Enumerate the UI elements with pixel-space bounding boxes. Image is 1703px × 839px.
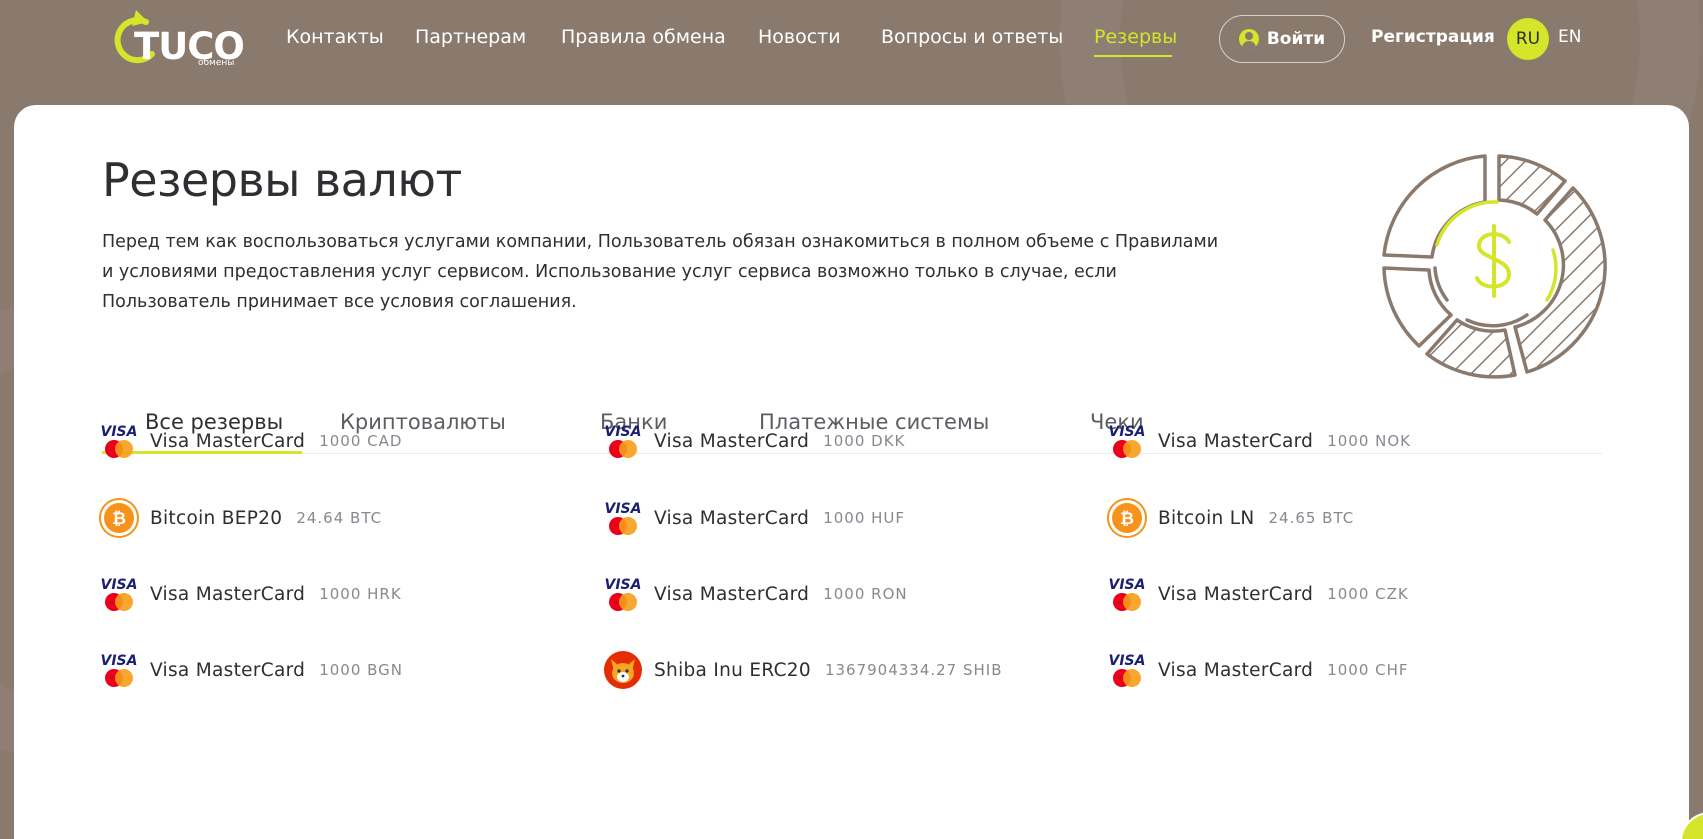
nav-reserves[interactable]: Резервы xyxy=(1094,26,1177,48)
svg-text:VISA: VISA xyxy=(1109,653,1146,669)
reserve-item[interactable]: ₿ Bitcoin BEP20 24.64 BTC xyxy=(98,497,382,539)
reserve-item[interactable]: VISA Visa MasterCard 1000 CZK xyxy=(1106,573,1409,615)
reserve-item[interactable]: VISA Visa MasterCard 1000 NOK xyxy=(1106,420,1411,462)
reserve-amount: 1000 HRK xyxy=(319,585,402,603)
reserve-name: Visa MasterCard xyxy=(1158,583,1314,605)
reserve-item[interactable]: ₿ Bitcoin LN 24.65 BTC xyxy=(1106,497,1354,539)
svg-text:VISA: VISA xyxy=(605,577,642,593)
dollar-chart-icon xyxy=(1382,154,1607,379)
reserve-name: Visa MasterCard xyxy=(1158,659,1314,681)
lang-ru-button[interactable]: RU xyxy=(1507,18,1549,60)
logo-subtext: обмены xyxy=(198,58,235,68)
reserve-name: Visa MasterCard xyxy=(150,659,306,681)
reserve-amount: 1000 DKK xyxy=(823,432,906,450)
reserve-item[interactable]: VISA Visa MasterCard 1000 HRK xyxy=(98,573,402,615)
reserve-name: Visa MasterCard xyxy=(654,430,810,452)
reserve-amount: 1000 NOK xyxy=(1327,432,1412,450)
reserve-item[interactable]: VISA Visa MasterCard 1000 RON xyxy=(602,573,908,615)
svg-text:₿: ₿ xyxy=(1120,509,1134,529)
user-icon xyxy=(1238,29,1259,49)
svg-text:VISA: VISA xyxy=(1109,577,1146,593)
shiba-inu-icon xyxy=(602,649,644,691)
nav-faq[interactable]: Вопросы и ответы xyxy=(881,26,1063,48)
reserve-name: Visa MasterCard xyxy=(654,507,810,529)
visa-mastercard-icon: VISA xyxy=(1106,420,1148,462)
reserve-amount: 1000 RON xyxy=(823,585,908,603)
reserve-item[interactable]: Shiba Inu ERC20 1367904334.27 SHIB xyxy=(602,649,1003,691)
main-card: Резервы валют Перед тем как воспользоват… xyxy=(14,105,1689,839)
svg-text:VISA: VISA xyxy=(101,577,138,593)
reserve-name: Shiba Inu ERC20 xyxy=(654,659,811,681)
login-label: Войти xyxy=(1266,29,1326,49)
svg-text:VISA: VISA xyxy=(605,424,642,440)
reserve-amount: 24.64 BTC xyxy=(296,509,383,527)
visa-mastercard-icon: VISA xyxy=(98,649,140,691)
visa-mastercard-icon: VISA xyxy=(1106,573,1148,615)
nav-partners[interactable]: Партнерам xyxy=(415,26,526,48)
nav-news[interactable]: Новости xyxy=(758,26,841,48)
bitcoin-icon: ₿ xyxy=(1106,497,1148,539)
register-link[interactable]: Регистрация xyxy=(1371,27,1495,47)
visa-mastercard-icon: VISA xyxy=(602,573,644,615)
reserve-name: Visa MasterCard xyxy=(150,583,306,605)
lang-en-button[interactable]: EN xyxy=(1558,27,1581,47)
reserve-name: Visa MasterCard xyxy=(1158,430,1314,452)
svg-text:₿: ₿ xyxy=(112,509,126,529)
visa-mastercard-icon: VISA xyxy=(602,420,644,462)
svg-text:VISA: VISA xyxy=(1109,424,1146,440)
svg-text:VISA: VISA xyxy=(605,501,642,517)
reserve-name: Bitcoin BEP20 xyxy=(150,507,283,529)
reserve-item[interactable]: VISA Visa MasterCard 1000 BGN xyxy=(98,649,403,691)
reserve-amount: 1000 CAD xyxy=(319,432,403,450)
reserve-amount: 1000 CZK xyxy=(1327,585,1409,603)
page-title: Резервы валют xyxy=(102,153,462,207)
visa-mastercard-icon: VISA xyxy=(98,573,140,615)
nav-contacts[interactable]: Контакты xyxy=(286,26,384,48)
svg-text:VISA: VISA xyxy=(101,424,138,440)
nav-exchange-rules[interactable]: Правила обмена xyxy=(561,26,726,48)
reserve-item[interactable]: VISA Visa MasterCard 1000 DKK xyxy=(602,420,905,462)
reserve-amount: 1000 HUF xyxy=(823,509,906,527)
reserve-name: Visa MasterCard xyxy=(654,583,810,605)
reserve-item[interactable]: VISA Visa MasterCard 1000 CAD xyxy=(98,420,402,462)
visa-mastercard-icon: VISA xyxy=(98,420,140,462)
reserve-name: Visa MasterCard xyxy=(150,430,306,452)
login-button[interactable]: Войти xyxy=(1219,15,1345,63)
reserve-item[interactable]: VISA Visa MasterCard 1000 CHF xyxy=(1106,649,1409,691)
site-header: TUCO обмены Контакты Партнерам Правила о… xyxy=(0,0,1703,100)
intro-text: Перед тем как воспользоваться услугами к… xyxy=(102,232,1219,312)
reserve-amount: 1000 BGN xyxy=(319,661,404,679)
reserve-name: Bitcoin LN xyxy=(1158,507,1255,529)
reserve-amount: 1000 CHF xyxy=(1327,661,1409,679)
visa-mastercard-icon: VISA xyxy=(602,497,644,539)
logo[interactable]: TUCO обмены xyxy=(112,8,245,70)
nav-active-underline xyxy=(1094,55,1172,57)
svg-text:VISA: VISA xyxy=(101,653,138,669)
visa-mastercard-icon: VISA xyxy=(1106,649,1148,691)
reserve-amount: 1367904334.27 SHIB xyxy=(824,661,1003,679)
reserve-amount: 24.65 BTC xyxy=(1268,509,1355,527)
reserve-item[interactable]: VISA Visa MasterCard 1000 HUF xyxy=(602,497,905,539)
bitcoin-icon: ₿ xyxy=(98,497,140,539)
